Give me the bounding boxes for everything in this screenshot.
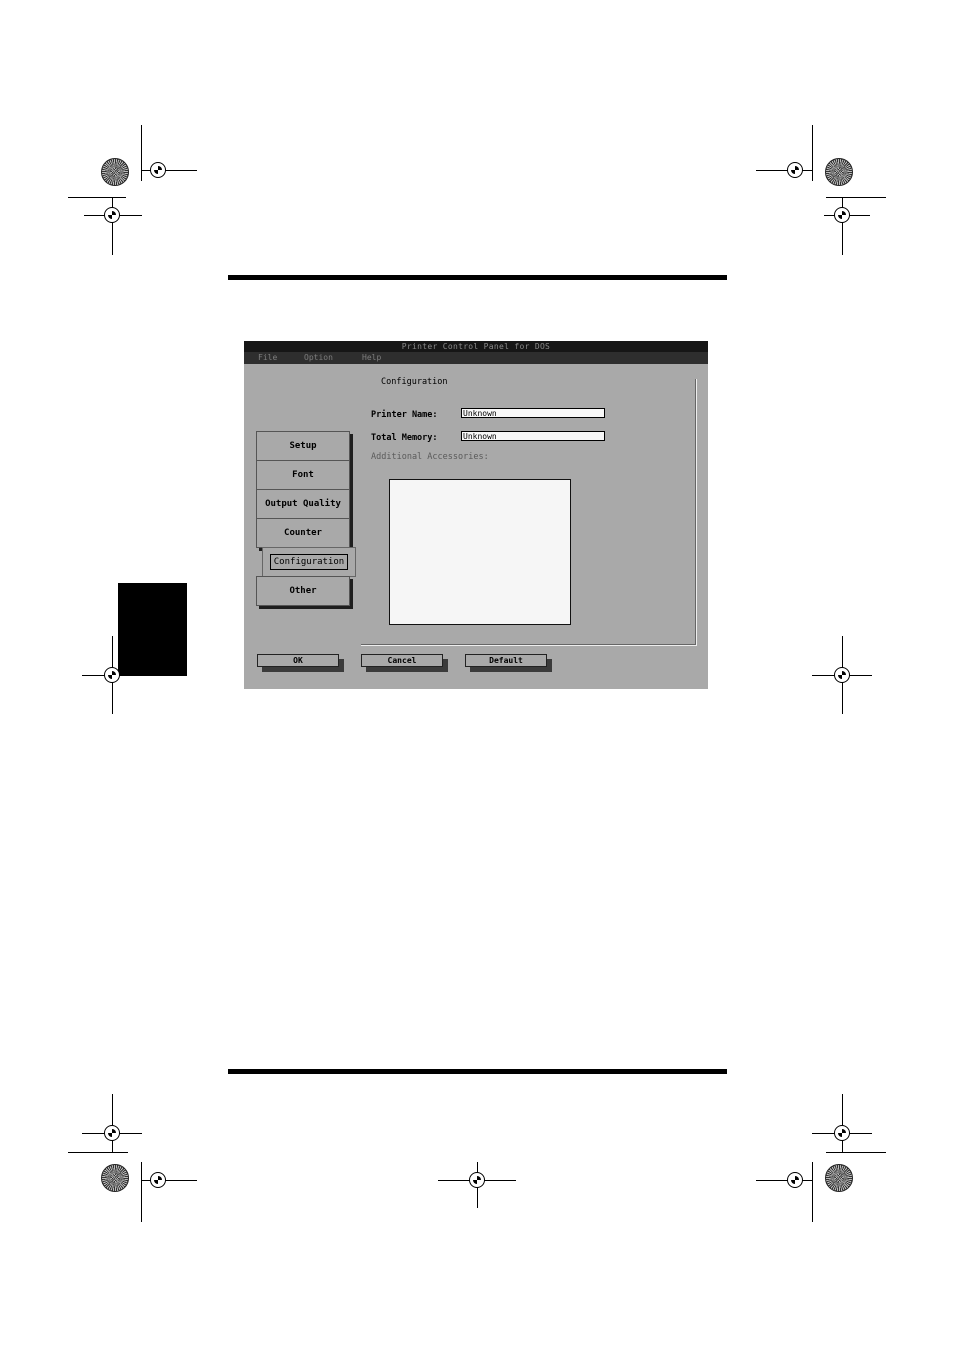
tab-configuration-label: Configuration bbox=[269, 554, 349, 570]
menu-help[interactable]: Help bbox=[362, 352, 381, 364]
total-memory-field[interactable]: Unknown bbox=[461, 431, 605, 441]
window-title: Printer Control Panel for DOS bbox=[244, 341, 708, 352]
tab-output-quality[interactable]: Output Quality bbox=[256, 489, 350, 519]
panel-title: Configuration bbox=[381, 377, 448, 387]
tab-setup[interactable]: Setup bbox=[256, 431, 350, 461]
ok-button[interactable]: OK bbox=[257, 654, 339, 667]
accessories-listbox[interactable] bbox=[389, 479, 571, 625]
registration-star-icon bbox=[825, 158, 853, 186]
registration-star-icon bbox=[101, 1164, 129, 1192]
tab-other[interactable]: Other bbox=[256, 576, 350, 606]
registration-star-icon bbox=[825, 1164, 853, 1192]
menu-bar: File Option Help bbox=[244, 352, 708, 364]
printer-name-label: Printer Name: bbox=[371, 410, 438, 420]
default-button[interactable]: Default bbox=[465, 654, 547, 667]
printer-name-field[interactable]: Unknown bbox=[461, 408, 605, 418]
tab-font[interactable]: Font bbox=[256, 460, 350, 490]
cancel-button[interactable]: Cancel bbox=[361, 654, 443, 667]
total-memory-label: Total Memory: bbox=[371, 433, 438, 443]
bottom-rule bbox=[228, 1069, 727, 1074]
tab-counter[interactable]: Counter bbox=[256, 518, 350, 548]
menu-option[interactable]: Option bbox=[304, 352, 333, 364]
chapter-thumb-tab bbox=[118, 583, 187, 676]
printer-control-panel-window: Printer Control Panel for DOS File Optio… bbox=[244, 341, 708, 689]
accessories-label: Additional Accessories: bbox=[371, 452, 489, 462]
menu-file[interactable]: File bbox=[258, 352, 277, 364]
registration-star-icon bbox=[101, 158, 129, 186]
top-rule bbox=[228, 275, 727, 280]
tab-configuration[interactable]: Configuration bbox=[262, 547, 356, 577]
